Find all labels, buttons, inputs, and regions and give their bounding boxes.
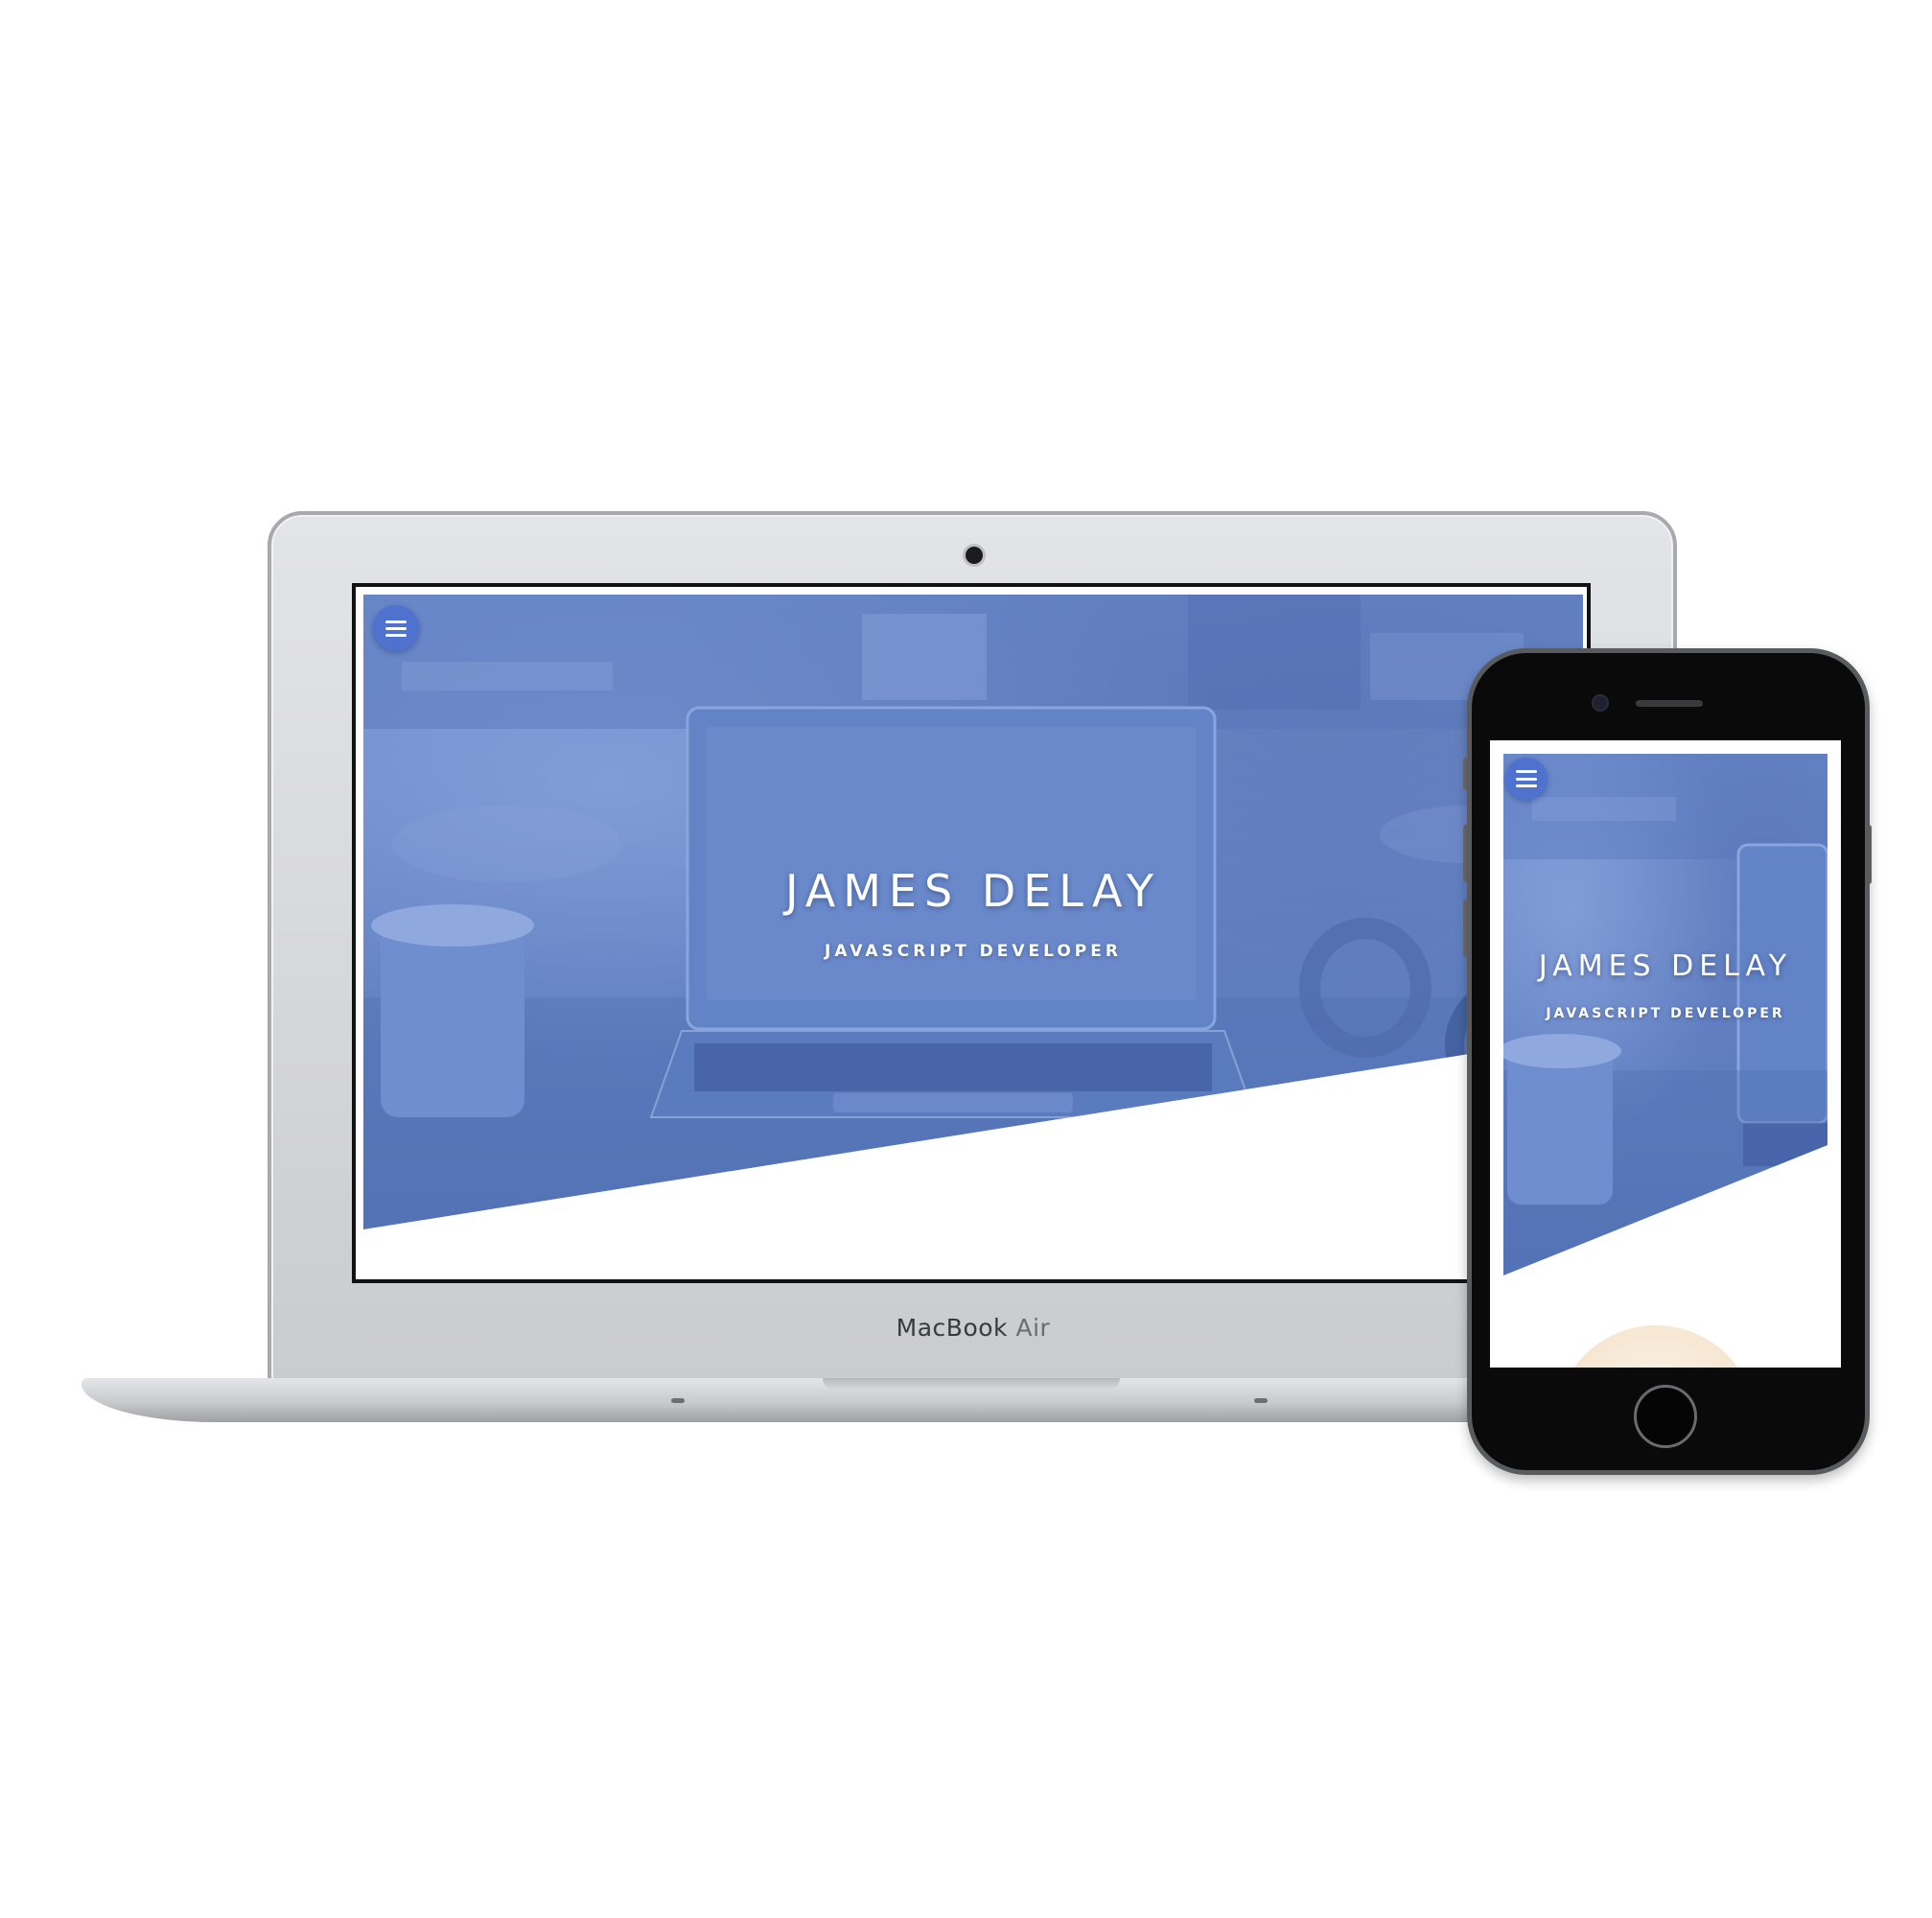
phone-hero-section: JAMES DELAY JAVASCRIPT DEVELOPER [1503,754,1827,1275]
phone-avatar-peek [1555,1325,1757,1368]
phone-menu-button[interactable] [1505,758,1548,800]
phone-screen: JAMES DELAY JAVASCRIPT DEVELOPER [1490,740,1841,1368]
laptop-foot-right [1254,1398,1268,1403]
phone-home-button[interactable] [1634,1385,1697,1448]
laptop-camera [966,547,983,564]
laptop-brand-main: MacBook [896,1314,1009,1342]
laptop-brand-label: MacBook Air [815,1314,1131,1342]
hamburger-menu-icon [1516,770,1537,787]
laptop-screen: JAMES DELAY JAVASCRIPT DEVELOPER [352,583,1591,1283]
phone-hero-subtitle: JAVASCRIPT DEVELOPER [1546,1006,1785,1021]
laptop-hero-subtitle: JAVASCRIPT DEVELOPER [825,942,1122,961]
phone-hero-title: JAMES DELAY [1538,949,1793,983]
laptop-hero-section: JAMES DELAY JAVASCRIPT DEVELOPER [363,595,1583,1229]
phone-front-camera [1594,696,1607,710]
device-mockup-stage: JAMES DELAY JAVASCRIPT DEVELOPER MacBook… [0,0,1932,1918]
laptop-foot-left [671,1398,685,1403]
laptop-menu-button[interactable] [373,605,419,651]
laptop-hero-title: JAMES DELAY [785,865,1161,917]
hamburger-menu-icon [385,620,407,637]
laptop-hinge-notch [823,1378,1120,1390]
laptop-brand-suffix: Air [1015,1314,1051,1342]
phone-speaker [1636,700,1703,707]
